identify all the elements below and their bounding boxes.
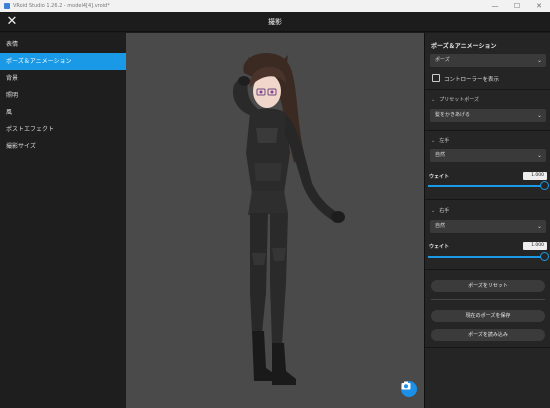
preset-pose-value: 髪をかきあげる [435, 112, 471, 118]
right-hand-header[interactable]: ⌄ 右手 [431, 207, 449, 214]
save-pose-button[interactable]: 現在のポーズを保存 [431, 310, 545, 322]
left-weight-slider[interactable] [428, 185, 544, 187]
right-hand-value: 自然 [435, 223, 446, 229]
model-viewport[interactable] [126, 33, 424, 408]
chevron-down-icon: ⌄ [536, 57, 542, 64]
right-weight-slider[interactable] [428, 256, 544, 258]
preset-pose-select[interactable]: 髪をかきあげる ⌄ [430, 109, 546, 122]
app-header: ✕ 撮影 [0, 12, 550, 32]
right-weight-fill [428, 256, 544, 258]
mode-select[interactable]: ポーズ ⌄ [430, 54, 546, 67]
chevron-down-icon: ⌄ [536, 112, 542, 119]
panel-title: ポーズ＆アニメーション [431, 43, 497, 50]
page-title: 撮影 [268, 18, 282, 26]
preset-pose-heading: プリセットポーズ [439, 97, 479, 103]
right-hand-heading: 右手 [439, 208, 450, 214]
right-hand-select[interactable]: 自然 ⌄ [430, 220, 546, 233]
divider [425, 199, 550, 200]
sidebar-item-background[interactable]: 背景 [0, 70, 126, 87]
left-weight-slider-thumb[interactable] [539, 181, 549, 190]
reset-pose-button[interactable]: ポーズをリセット [431, 280, 545, 292]
left-weight-fill [428, 185, 544, 187]
right-weight-input[interactable]: 1.000 [523, 242, 547, 250]
window-close-button[interactable]: ✕ [528, 0, 550, 12]
window-title: VRoid Studio 1.26.2 - model4[4].vroid* [13, 3, 110, 9]
sidebar-item-pose-animation[interactable]: ポーズ＆アニメーション [0, 53, 126, 70]
camera-capture-button[interactable] [401, 381, 417, 397]
show-controller-checkbox[interactable] [432, 74, 440, 82]
chevron-down-icon: ⌄ [536, 223, 542, 230]
load-pose-button[interactable]: ポーズを読み込み [431, 329, 545, 341]
divider [425, 130, 550, 131]
right-weight-label: ウェイト [429, 244, 450, 250]
sidebar-item-capture-size[interactable]: 撮影サイズ [0, 138, 126, 155]
sidebar-item-post-effect[interactable]: ポストエフェクト [0, 121, 126, 138]
left-hand-header[interactable]: ⌄ 左手 [431, 137, 449, 144]
left-hand-select[interactable]: 自然 ⌄ [430, 149, 546, 162]
right-weight-slider-thumb[interactable] [539, 252, 549, 261]
app-window: VRoid Studio 1.26.2 - model4[4].vroid* —… [0, 0, 550, 408]
show-controller-label: コントローラーを表示 [444, 77, 500, 83]
mode-select-value: ポーズ [435, 57, 450, 63]
window-titlebar: VRoid Studio 1.26.2 - model4[4].vroid* —… [0, 0, 550, 12]
sidebar-item-wind[interactable]: 風 [0, 104, 126, 121]
sidebar-item-expression[interactable]: 表情 [0, 36, 126, 53]
properties-panel: ポーズ＆アニメーション ポーズ ⌄ コントローラーを表示 ⌄ プリセットポーズ 髪… [424, 33, 550, 408]
divider [425, 347, 550, 348]
minimize-button[interactable]: — [484, 0, 506, 12]
chevron-down-icon: ⌄ [431, 138, 436, 144]
app-icon [4, 3, 10, 9]
sidebar: 表情 ポーズ＆アニメーション 背景 照明 風 ポストエフェクト 撮影サイズ [0, 33, 126, 408]
left-weight-label: ウェイト [429, 174, 450, 180]
left-hand-heading: 左手 [439, 138, 450, 144]
divider [425, 269, 550, 270]
chevron-down-icon: ⌄ [431, 208, 436, 214]
chevron-down-icon: ⌄ [431, 97, 436, 103]
character-model [232, 52, 345, 385]
left-hand-value: 自然 [435, 152, 446, 158]
sidebar-item-lighting[interactable]: 照明 [0, 87, 126, 104]
left-weight-input[interactable]: 1.000 [523, 172, 547, 180]
chevron-down-icon: ⌄ [536, 152, 542, 159]
divider [431, 299, 545, 300]
divider [425, 89, 550, 90]
maximize-button[interactable]: ☐ [506, 0, 528, 12]
preset-pose-header[interactable]: ⌄ プリセットポーズ [431, 96, 479, 103]
camera-icon [401, 381, 411, 390]
